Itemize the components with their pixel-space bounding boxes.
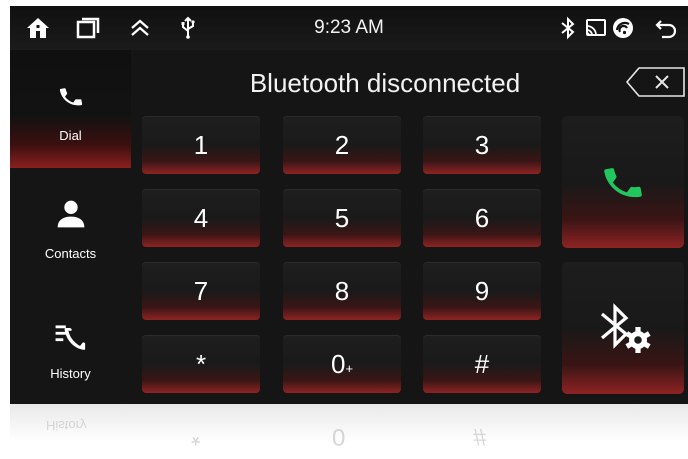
sidebar-item-dial[interactable]: Dial [10,50,131,168]
reflection-hash: # [473,423,487,450]
key-0-plus: + [345,361,354,376]
key-2[interactable]: 2 [283,116,401,174]
bluetooth-settings-button[interactable] [562,262,684,394]
key-9[interactable]: 9 [423,262,541,320]
connection-status: Bluetooth disconnected [249,68,521,98]
call-history-icon [10,320,131,354]
key-6[interactable]: 6 [423,189,541,247]
backspace-button[interactable] [625,66,687,98]
phone-icon [10,82,131,112]
sidebar: Dial Contacts History [10,50,131,404]
call-button[interactable] [562,116,684,248]
call-icon [604,168,642,198]
key-hash[interactable]: # [423,335,541,393]
wifi-icon [611,16,635,40]
status-bar: 9:23 AM [10,6,688,50]
sidebar-item-label: Contacts [44,246,97,261]
key-star[interactable]: * [142,335,260,393]
backspace-icon [625,67,685,97]
sidebar-item-label: Dial [59,128,82,143]
sidebar-item-history[interactable]: History [10,286,131,404]
car-screen: 9:23 AM Dial Contacts History Bluetooth … [10,6,688,404]
key-0[interactable]: 0+ [283,335,401,393]
key-5[interactable]: 5 [283,189,401,247]
reflection-star: * [191,423,201,450]
key-3[interactable]: 3 [423,116,541,174]
person-icon [10,198,131,230]
bluetooth-settings-icon [600,303,651,353]
screen-reflection: History * 0 # [10,404,688,459]
back-icon[interactable] [654,16,678,40]
key-1[interactable]: 1 [142,116,260,174]
key-0-digit: 0 [330,349,346,379]
sidebar-item-label: History [50,366,91,381]
key-7[interactable]: 7 [142,262,260,320]
key-4[interactable]: 4 [142,189,260,247]
reflection-zero: 0 [332,423,346,450]
bluetooth-icon [556,16,580,40]
key-8[interactable]: 8 [283,262,401,320]
sidebar-item-contacts[interactable]: Contacts [10,168,131,286]
reflection-history: History [46,418,87,433]
screen-cast-icon [584,16,608,40]
